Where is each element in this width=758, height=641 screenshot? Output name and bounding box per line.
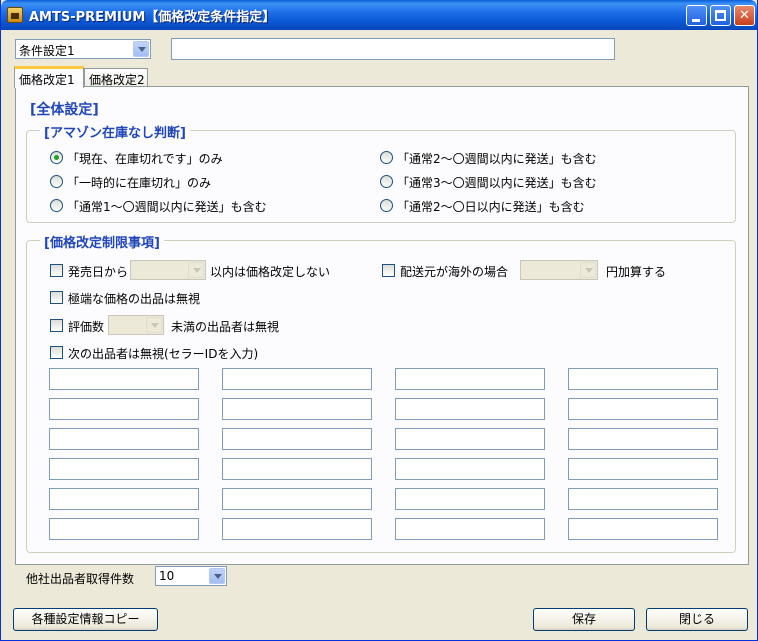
release-date-select[interactable]: [130, 260, 206, 280]
rating-count-suffix: 未満の出品者は無視: [171, 320, 280, 334]
seller-id-input[interactable]: [222, 398, 372, 420]
maximize-icon: [715, 10, 726, 21]
maximize-button[interactable]: [710, 5, 731, 26]
chevron-down-icon[interactable]: [209, 568, 225, 584]
radio-ships-3-weeks-label[interactable]: 「通常3～〇週間以内に発送」も含む: [397, 174, 597, 191]
amazon-stock-group-title: [アマゾン在庫なし判断]: [40, 122, 190, 141]
rating-count-label[interactable]: 評価数: [68, 318, 104, 335]
release-date-label[interactable]: 発売日から: [68, 263, 128, 280]
window-title: AMTS-PREMIUM【価格改定条件指定】: [29, 10, 276, 25]
copy-settings-button[interactable]: 各種設定情報コピー: [13, 608, 158, 631]
chevron-down-icon[interactable]: [133, 41, 149, 57]
release-date-suffix: 以内は価格改定しない: [210, 265, 331, 279]
fetch-count-select[interactable]: 10: [155, 566, 227, 586]
close-icon: ✕: [739, 8, 750, 23]
overseas-amount-select[interactable]: [520, 260, 598, 280]
ignore-extreme-checkbox[interactable]: [50, 291, 63, 304]
seller-id-input[interactable]: [222, 518, 372, 540]
rating-count-select[interactable]: [108, 315, 164, 335]
seller-id-input[interactable]: [395, 368, 545, 390]
seller-id-input[interactable]: [222, 368, 372, 390]
seller-id-input[interactable]: [222, 488, 372, 510]
section-title-overall: [全体設定]: [30, 102, 99, 118]
price-limit-group-title: [価格改定制限事項]: [40, 232, 164, 251]
radio-ships-2-days-label[interactable]: 「通常2～〇日以内に発送」も含む: [397, 198, 585, 215]
seller-id-input[interactable]: [395, 428, 545, 450]
radio-ships-1-weeks[interactable]: [50, 199, 63, 212]
profile-select[interactable]: 条件設定1: [15, 39, 151, 59]
app-icon: [7, 7, 23, 23]
tab-price-revision-2[interactable]: 価格改定2: [84, 68, 148, 88]
close-window-button[interactable]: ✕: [734, 5, 755, 26]
seller-id-input[interactable]: [49, 518, 199, 540]
chevron-down-icon[interactable]: [146, 317, 162, 333]
seller-id-input[interactable]: [222, 428, 372, 450]
seller-id-input[interactable]: [49, 428, 199, 450]
tab-label: 価格改定2: [89, 73, 145, 87]
seller-id-input[interactable]: [568, 488, 718, 510]
overseas-suffix: 円加算する: [606, 265, 667, 279]
tab-panel: [全体設定] [アマゾン在庫なし判断] 「現在、在庫切れです」のみ 「一時的に在…: [15, 86, 749, 586]
radio-temporary-out-of-stock-label[interactable]: 「一時的に在庫切れ」のみ: [67, 174, 211, 191]
release-date-checkbox[interactable]: [50, 264, 63, 277]
seller-id-input[interactable]: [222, 458, 372, 480]
ignore-extreme-label[interactable]: 極端な価格の出品は無視: [68, 290, 200, 307]
seller-id-input[interactable]: [568, 398, 718, 420]
close-button[interactable]: 閉じる: [646, 608, 748, 631]
radio-ships-3-weeks[interactable]: [380, 175, 393, 188]
chevron-down-icon[interactable]: [580, 262, 596, 278]
fetch-count-value: 10: [159, 569, 175, 583]
seller-id-input[interactable]: [49, 488, 199, 510]
radio-out-of-stock-only[interactable]: [50, 151, 63, 164]
minimize-button[interactable]: [686, 5, 707, 26]
radio-ships-2-days[interactable]: [380, 199, 393, 212]
overseas-label[interactable]: 配送元が海外の場合: [400, 263, 508, 280]
title-bar[interactable]: AMTS-PREMIUM【価格改定条件指定】 ✕: [1, 0, 757, 30]
tab-label: 価格改定1: [19, 73, 75, 87]
radio-out-of-stock-only-label[interactable]: 「現在、在庫切れです」のみ: [67, 150, 223, 167]
seller-id-input[interactable]: [49, 458, 199, 480]
radio-ships-2-weeks-label[interactable]: 「通常2～〇週間以内に発送」も含む: [397, 150, 597, 167]
rating-count-checkbox[interactable]: [50, 319, 63, 332]
seller-id-input[interactable]: [49, 398, 199, 420]
ignore-sellers-label[interactable]: 次の出品者は無視(セラーIDを入力): [68, 345, 258, 362]
radio-temporary-out-of-stock[interactable]: [50, 175, 63, 188]
tab-price-revision-1[interactable]: 価格改定1: [14, 66, 84, 88]
chevron-down-icon[interactable]: [188, 262, 204, 278]
seller-id-input[interactable]: [395, 518, 545, 540]
seller-id-input[interactable]: [395, 398, 545, 420]
ignore-sellers-checkbox[interactable]: [50, 346, 63, 359]
profile-select-value: 条件設定1: [19, 44, 75, 58]
dialog-window: AMTS-PREMIUM【価格改定条件指定】 ✕ 条件設定1 価格改定1 価格改…: [0, 0, 758, 641]
profile-name-input[interactable]: [171, 38, 615, 60]
seller-id-input[interactable]: [395, 488, 545, 510]
radio-ships-2-weeks[interactable]: [380, 151, 393, 164]
seller-id-input[interactable]: [568, 458, 718, 480]
fetch-count-label: 他社出品者取得件数: [26, 572, 135, 586]
radio-ships-1-weeks-label[interactable]: 「通常1～〇週間以内に発送」も含む: [67, 198, 267, 215]
seller-id-input[interactable]: [568, 368, 718, 390]
overseas-checkbox[interactable]: [382, 264, 395, 277]
seller-id-input[interactable]: [568, 518, 718, 540]
save-button[interactable]: 保存: [533, 608, 635, 631]
seller-id-input[interactable]: [49, 368, 199, 390]
seller-id-input[interactable]: [568, 428, 718, 450]
minimize-icon: [692, 19, 700, 22]
seller-id-input[interactable]: [395, 458, 545, 480]
